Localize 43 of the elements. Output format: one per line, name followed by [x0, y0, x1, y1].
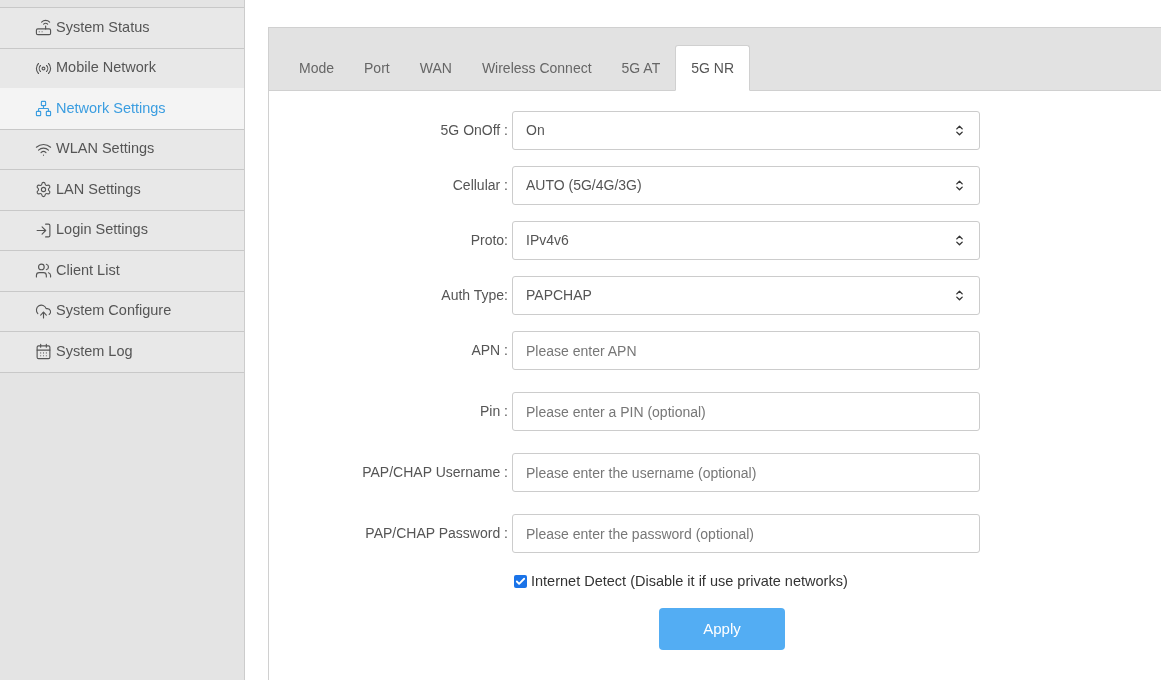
sort-arrows-icon [953, 124, 966, 137]
field-label: PAP/CHAP Password : [364, 524, 509, 543]
select-field[interactable]: PAPCHAP [512, 276, 980, 315]
tab[interactable]: WAN [404, 45, 467, 91]
tab[interactable]: 5G NR [675, 45, 751, 91]
field-label: Proto: [469, 231, 509, 250]
sidebar-item[interactable]: WLAN Settings [0, 128, 244, 170]
cloud-upload-icon [35, 302, 52, 320]
sort-arrows-icon [953, 179, 966, 192]
sidebar-item[interactable]: System Configure [0, 290, 244, 332]
sort-arrows-icon [953, 289, 966, 302]
input-field[interactable]: Please enter APN [512, 331, 980, 370]
field-label: Auth Type: [440, 286, 509, 305]
settings-icon [35, 181, 52, 199]
field-label: PAP/CHAP Username : [361, 463, 509, 482]
select-field[interactable]: AUTO (5G/4G/3G) [512, 166, 980, 205]
input-field[interactable]: Please enter the username (optional) [512, 453, 980, 492]
field-label: 5G OnOff : [439, 121, 509, 140]
select-field[interactable]: On [512, 111, 980, 150]
field-label: Cellular : [451, 176, 509, 195]
select-field[interactable]: IPv4v6 [512, 221, 980, 260]
users-icon [35, 262, 52, 280]
checkbox-label: Internet Detect (Disable it if use private networks) [531, 572, 848, 591]
input-field[interactable]: Please enter the password (optional) [512, 514, 980, 553]
tab[interactable]: Mode [284, 45, 350, 91]
router-icon [35, 19, 52, 37]
field-label: APN : [470, 341, 509, 360]
field-label: Pin : [479, 402, 509, 421]
sidebar-item[interactable]: System Status [0, 7, 244, 49]
input-field[interactable]: Please enter a PIN (optional) [512, 392, 980, 431]
sidebar-item[interactable]: Mobile Network [0, 47, 244, 89]
tab[interactable]: Wireless Connect [466, 45, 607, 91]
sort-arrows-icon [953, 234, 966, 247]
sidebar-item[interactable]: System Log [0, 331, 244, 373]
checkbox[interactable] [514, 575, 527, 589]
calendar-icon [35, 343, 52, 361]
login-icon [35, 221, 52, 239]
network-icon [35, 100, 52, 118]
sidebar-item[interactable]: Login Settings [0, 209, 244, 251]
sidebar-item[interactable]: LAN Settings [0, 169, 244, 211]
tab[interactable]: 5G AT [606, 45, 676, 91]
tab[interactable]: Port [349, 45, 405, 91]
sidebar-item[interactable]: Client List [0, 250, 244, 292]
